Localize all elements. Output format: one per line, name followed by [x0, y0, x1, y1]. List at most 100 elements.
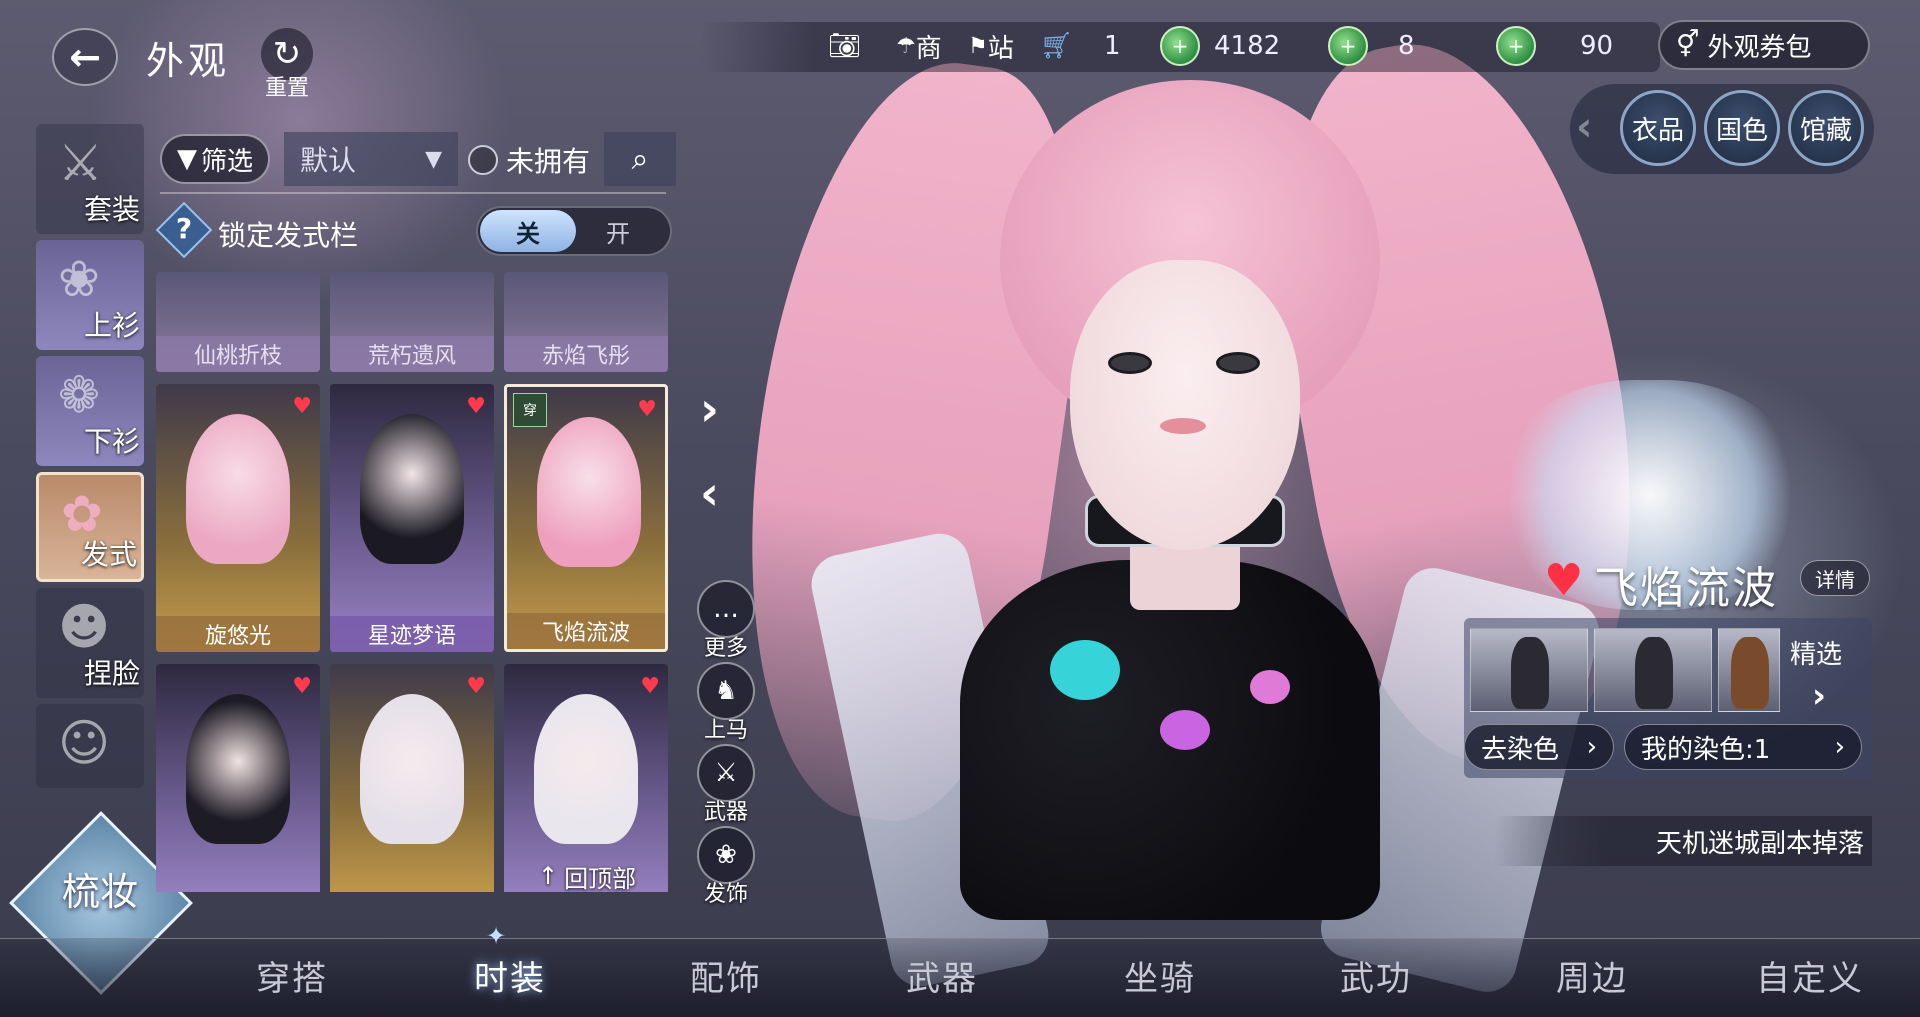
heart-icon: ♥: [466, 394, 486, 419]
bottom-nav: 穿搭 时装 配饰 武器 坐骑 武功 周边 自定义: [0, 938, 1920, 1017]
jade-coin-icon: +: [1160, 26, 1200, 66]
tab-collection[interactable]: 馆藏: [1788, 90, 1864, 166]
remove-dye-button[interactable]: 去染色 ›: [1464, 724, 1614, 770]
search-button[interactable]: ⌕: [604, 132, 676, 186]
detail-button[interactable]: 详情: [1800, 560, 1870, 596]
paint-splash: [1250, 670, 1290, 704]
tab-peripherals[interactable]: 周边: [1556, 951, 1628, 1000]
filter-label: 筛选: [200, 146, 253, 177]
my-dye-button[interactable]: 我的染色:1 ›: [1624, 724, 1862, 770]
action-label: 武器: [703, 800, 748, 825]
character-lips: [1160, 418, 1206, 434]
tab-fashion[interactable]: 时装: [474, 951, 546, 1000]
item-card[interactable]: 仙桃折枝: [156, 272, 320, 372]
wearing-badge: 穿: [513, 393, 547, 427]
lock-hairstyle-label: 锁定发式栏: [218, 219, 359, 252]
hairstyle-grid: 仙桃折枝 荒朽遗风 赤焰飞彤 ♥ 旋悠光 ♥ 星迹梦语 穿 ♥ 飞焰流波 ♥ ♥…: [156, 272, 668, 892]
heart-icon: ♥: [292, 394, 312, 419]
tab-national-color[interactable]: 国色: [1704, 90, 1780, 166]
shop-button[interactable]: ☂ 商: [896, 24, 942, 68]
tab-weapons[interactable]: 武器: [906, 951, 978, 1000]
currency-silver[interactable]: + 90: [1496, 24, 1613, 68]
featured-label[interactable]: 精选: [1790, 634, 1842, 671]
favorite-heart-icon[interactable]: ♥: [1544, 555, 1583, 606]
expand-panel-chevron-icon[interactable]: ›: [700, 382, 719, 436]
camera-icon: 📷︎: [828, 31, 862, 61]
item-card[interactable]: ♥: [330, 664, 494, 892]
not-owned-toggle[interactable]: 未拥有: [468, 138, 590, 182]
currency-token[interactable]: + 8: [1328, 24, 1415, 68]
divider: [160, 192, 666, 194]
item-card[interactable]: ♥: [156, 664, 320, 892]
camera-button[interactable]: 📷︎: [828, 24, 861, 68]
toggle-off[interactable]: 关: [480, 210, 576, 252]
appearance-coupon-button[interactable]: ⚥ 外观券包: [1658, 20, 1870, 70]
category-outfit[interactable]: ⚔ 套装: [36, 124, 144, 234]
tab-mounts[interactable]: 坐骑: [1124, 951, 1196, 1000]
hairstyle-portrait: [186, 694, 290, 844]
hairstyle-portrait: [186, 414, 290, 564]
variant-thumbnail[interactable]: [1594, 628, 1712, 712]
item-name: 飞焰流波: [507, 613, 665, 649]
selected-item-name: 飞焰流波: [1594, 563, 1778, 614]
currency-jade[interactable]: + 4182: [1160, 24, 1280, 68]
tab-label: 衣品: [1631, 115, 1684, 146]
back-to-top-label: 回顶部: [564, 864, 637, 893]
tab-martial-arts[interactable]: 武功: [1340, 951, 1412, 1000]
weapon-button[interactable]: ⚔ 武器: [694, 744, 758, 826]
action-label: 上马: [703, 718, 748, 743]
category-hairstyle[interactable]: ✿ 发式: [36, 472, 144, 582]
coupon-icon: ⚥: [1676, 30, 1700, 60]
radio-icon: [468, 145, 498, 175]
sort-dropdown[interactable]: 默认 ▼: [284, 132, 458, 186]
chevron-right-icon: ›: [1586, 732, 1597, 762]
shop-label: 商: [915, 33, 942, 64]
category-more[interactable]: ☺: [36, 704, 144, 788]
not-owned-label: 未拥有: [506, 145, 591, 178]
sort-value: 默认: [300, 144, 357, 177]
category-label: 下衫: [83, 425, 140, 458]
tab-accessories[interactable]: 配饰: [690, 951, 762, 1000]
paint-splash: [1050, 640, 1120, 700]
item-card[interactable]: 赤焰飞彤: [504, 272, 668, 372]
featured-chevron-icon[interactable]: ›: [1812, 676, 1826, 716]
heart-icon: ♥: [640, 674, 660, 699]
variant-thumbnail[interactable]: [1470, 628, 1588, 712]
cart-count: 1: [1104, 31, 1121, 61]
back-to-top-button[interactable]: ↑ 回顶部: [538, 858, 636, 894]
category-label: 上衫: [83, 309, 140, 342]
item-name: 旋悠光: [156, 616, 320, 652]
lock-hairstyle-toggle[interactable]: 关 开: [476, 206, 672, 256]
item-card-selected[interactable]: 穿 ♥ 飞焰流波: [504, 384, 668, 652]
item-card[interactable]: ♥ 星迹梦语: [330, 384, 494, 652]
more-button[interactable]: … 更多: [694, 580, 758, 662]
station-button[interactable]: ⚑ 站: [968, 24, 1014, 68]
back-button[interactable]: ←: [52, 28, 118, 86]
filter-button[interactable]: ▼ 筛选: [160, 134, 270, 184]
currency-value: 4182: [1214, 31, 1281, 61]
item-card[interactable]: 荒朽遗风: [330, 272, 494, 372]
active-tab-star-icon: ✦: [486, 922, 507, 950]
variant-figure: [1511, 637, 1549, 709]
tab-custom[interactable]: 自定义: [1756, 951, 1864, 1000]
category-label: 套装: [83, 193, 140, 226]
category-top[interactable]: ❀ 上衫: [36, 240, 144, 350]
back-arrow-icon: ←: [69, 35, 101, 79]
tab-clothing-quality[interactable]: 衣品: [1620, 90, 1696, 166]
toggle-on[interactable]: 开: [578, 210, 658, 252]
variant-thumbnail[interactable]: [1718, 628, 1780, 712]
category-bottom[interactable]: ❁ 下衫: [36, 356, 144, 466]
heart-icon: ♥: [637, 397, 657, 422]
collapse-panel-chevron-icon[interactable]: ‹: [700, 466, 719, 520]
person-icon: ☺: [58, 714, 111, 772]
chevron-down-icon: ▼: [425, 146, 442, 172]
category-face-sculpt[interactable]: ☻ 捏脸: [36, 588, 144, 698]
reset-button[interactable]: ↻ 重置: [256, 28, 318, 101]
category-label: 捏脸: [83, 657, 140, 690]
hair-accessory-button[interactable]: ❀ 发饰: [694, 826, 758, 908]
tab-outfits[interactable]: 穿搭: [256, 951, 328, 1000]
currency-value: 90: [1580, 31, 1614, 61]
cart-button[interactable]: 🛒︎: [1040, 24, 1073, 68]
mount-button[interactable]: ♞ 上马: [694, 662, 758, 744]
item-card[interactable]: ♥ 旋悠光: [156, 384, 320, 652]
